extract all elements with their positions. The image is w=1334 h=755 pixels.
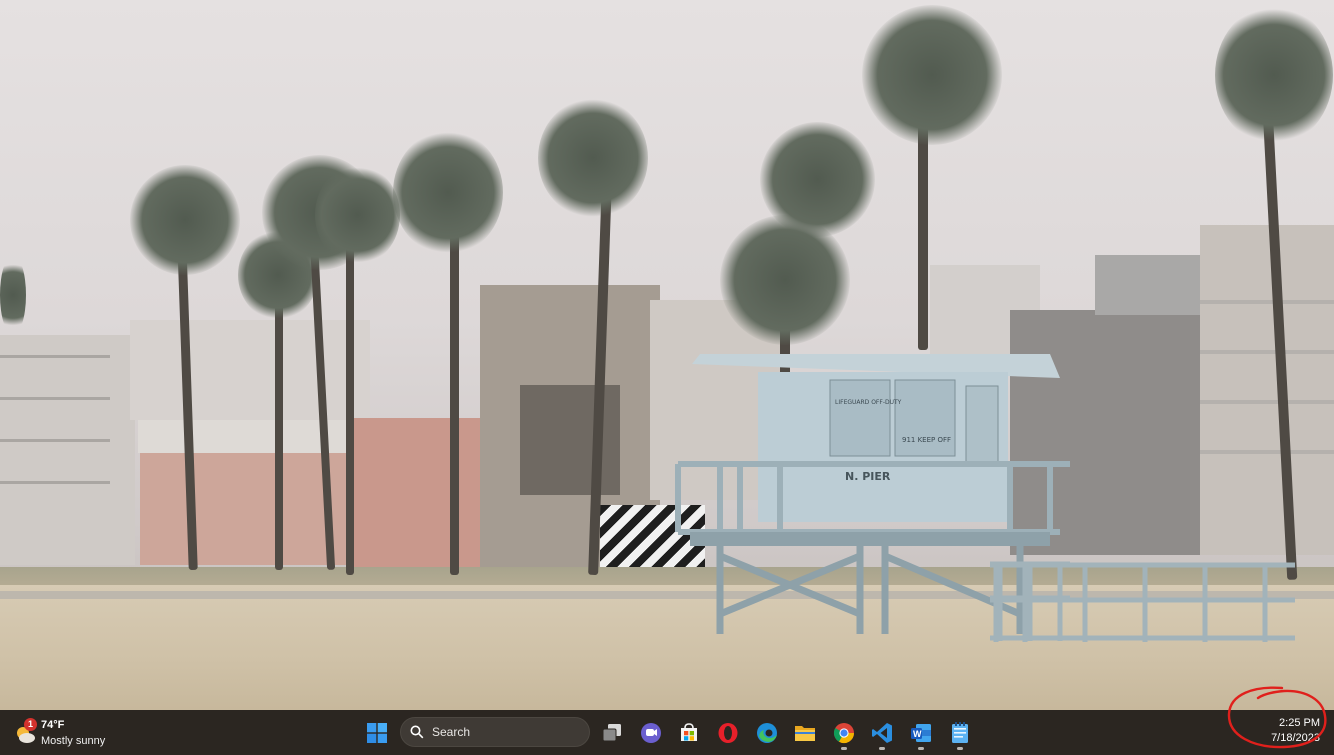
tower-text-lifeguard: LIFEGUARD OFF-DUTY — [835, 399, 902, 406]
building-far-right-rails — [1200, 300, 1334, 460]
palm-trunk — [346, 230, 354, 575]
weather-condition: Mostly sunny — [41, 735, 106, 747]
building-left-balconies — [0, 355, 110, 505]
building-white — [130, 320, 370, 420]
teams-chat-button[interactable] — [635, 717, 667, 749]
taskbar-search-box[interactable]: Search — [400, 717, 590, 747]
word-running-indicator — [918, 747, 924, 750]
palm-fronds — [130, 165, 240, 275]
notepad-running-indicator — [957, 747, 963, 750]
clock-date: 7/18/2023 — [1271, 732, 1320, 744]
edge-button[interactable] — [751, 717, 783, 749]
tower-sign: N. PIER — [845, 470, 891, 483]
weather-notification-badge: 1 — [24, 718, 37, 731]
clock-time: 2:25 PM — [1279, 717, 1320, 729]
vscode-running-indicator — [879, 747, 885, 750]
microsoft-store-button[interactable] — [673, 717, 705, 749]
store-icon — [681, 723, 697, 741]
palm-fronds — [760, 122, 875, 237]
svg-text:W: W — [913, 729, 922, 739]
task-view-button[interactable] — [596, 717, 628, 749]
weather-temperature: 74°F — [41, 719, 65, 731]
word-icon: W — [911, 724, 931, 742]
vs-code-button[interactable] — [866, 717, 898, 750]
taskbar: 1 74°F Mostly sunny Search W 2:25 PM 7/1… — [0, 710, 1334, 755]
tower-text-keep-off: 911 KEEP OFF — [902, 436, 951, 444]
chrome-button[interactable] — [828, 717, 860, 750]
folder-icon — [795, 726, 815, 741]
palm-trunk — [450, 215, 459, 575]
search-icon — [410, 725, 424, 739]
search-label: Search — [432, 725, 471, 739]
palm-fronds — [315, 165, 400, 265]
vscode-icon — [872, 723, 892, 743]
teams-chat-icon — [641, 723, 661, 743]
windows-logo-icon — [367, 723, 387, 743]
opera-icon — [718, 723, 738, 743]
building-right-glass — [1095, 255, 1215, 315]
palm-trunk — [918, 110, 928, 350]
start-button[interactable] — [361, 717, 393, 749]
system-clock[interactable]: 2:25 PM 7/18/2023 — [1271, 716, 1320, 746]
notepad-button[interactable] — [944, 717, 976, 750]
building-modern-glass — [520, 385, 620, 495]
notepad-icon — [952, 722, 968, 743]
palm-fronds — [393, 130, 503, 255]
file-explorer-button[interactable] — [789, 717, 821, 749]
weather-widget[interactable]: 1 74°F Mostly sunny — [12, 716, 122, 750]
ramp-railing — [990, 562, 1295, 642]
task-view-icon — [602, 724, 621, 742]
palm-fronds — [862, 5, 1002, 145]
palm-trunk — [275, 280, 283, 570]
palm-fronds — [0, 255, 26, 335]
palm-fronds — [1215, 5, 1333, 145]
opera-button[interactable] — [712, 717, 744, 749]
chrome-running-indicator — [841, 747, 847, 750]
edge-icon — [757, 723, 777, 743]
desktop-wallpaper: LIFEGUARD OFF-DUTY 911 KEEP OFF N. PIER — [0, 0, 1334, 710]
chrome-icon — [833, 723, 855, 744]
palm-fronds — [538, 98, 648, 218]
word-button[interactable]: W — [905, 717, 937, 750]
